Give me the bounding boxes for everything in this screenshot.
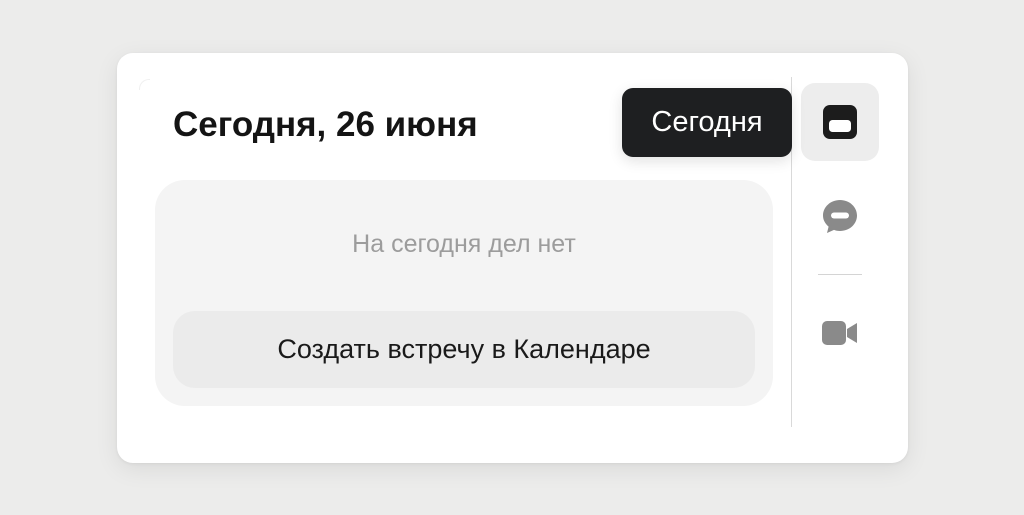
page-title: Сегодня, 26 июня [173,105,478,144]
card-corner-decoration [139,79,150,90]
sidebar-button-video[interactable] [801,294,879,372]
today-widget-card: Сегодня, 26 июня На сегодня дел нет Созд… [117,53,908,463]
today-tooltip: Сегодня [622,88,792,157]
empty-state-message: На сегодня дел нет [352,230,576,258]
create-meeting-button[interactable]: Создать встречу в Календаре [173,311,755,388]
video-camera-icon [821,318,859,348]
sidebar-button-today[interactable] [801,83,879,161]
events-panel: На сегодня дел нет Создать встречу в Кал… [155,180,773,406]
sidebar-separator [818,274,862,275]
sidebar-button-chat[interactable] [801,178,879,256]
calendar-today-icon [822,104,858,140]
chat-icon [821,198,859,236]
